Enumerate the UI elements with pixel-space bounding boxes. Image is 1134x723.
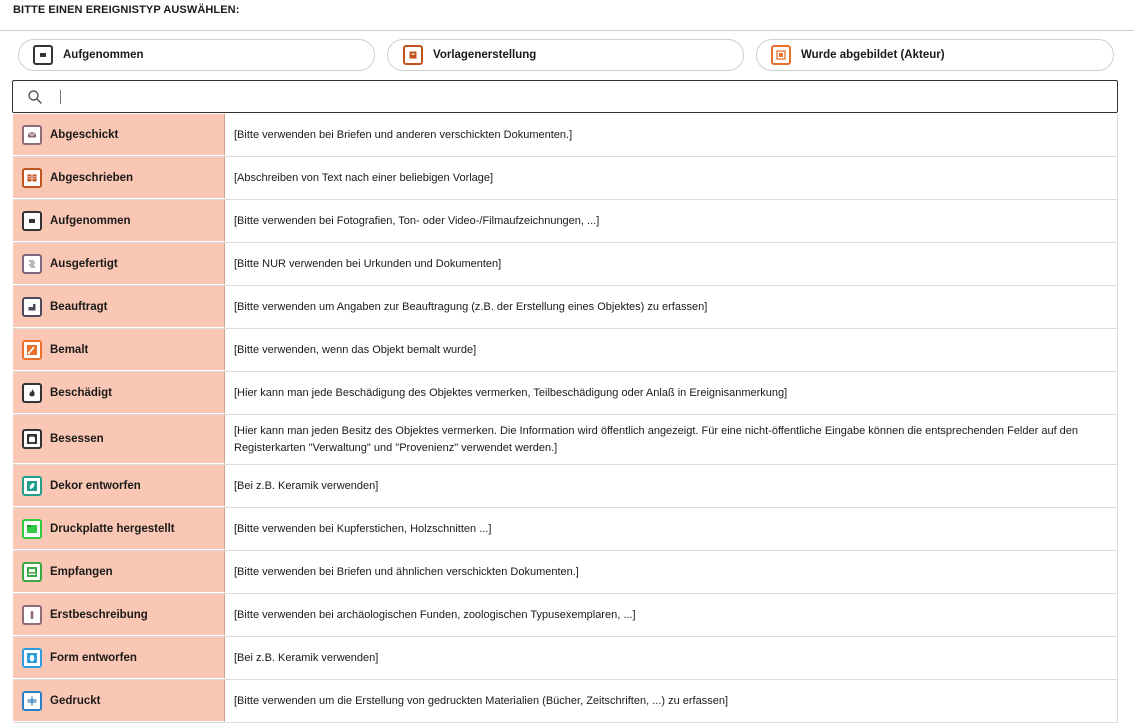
- event-type-row[interactable]: Abgeschrieben [Abschreiben von Text nach …: [13, 157, 1118, 200]
- event-type-description: [Bitte verwenden bei Fotografien, Ton- o…: [225, 200, 1118, 242]
- event-type-name-cell[interactable]: Beauftragt: [13, 286, 225, 328]
- possession-icon: [22, 429, 42, 449]
- vase-form-icon: [22, 647, 42, 668]
- event-type-label: Beauftragt: [50, 300, 108, 313]
- event-type-description: [Bitte verwenden bei Briefen und ähnlich…: [225, 551, 1118, 593]
- event-type-name-cell[interactable]: Gedruckt: [13, 680, 225, 722]
- event-type-label: Abgeschickt: [50, 128, 119, 141]
- event-type-description: [Bei z.B. Keramik verwenden]: [225, 465, 1118, 507]
- event-type-label: Erstbeschreibung: [50, 608, 148, 621]
- paint-brush-icon: [22, 339, 42, 360]
- event-type-description: [Abschreiben von Text nach einer beliebi…: [225, 157, 1118, 199]
- event-type-description: [Bitte verwenden bei Kupferstichen, Holz…: [225, 508, 1118, 550]
- print-icon: [22, 690, 42, 711]
- event-type-name-cell[interactable]: Erstbeschreibung: [13, 594, 225, 636]
- event-type-row[interactable]: Gedruckt [Bitte verwenden um die Erstellu…: [13, 680, 1118, 723]
- envelope-icon: [22, 124, 42, 145]
- event-type-row[interactable]: Beauftragt [Bitte verwenden um Angaben zu…: [13, 286, 1118, 329]
- event-type-row[interactable]: Dekor entworfen [Bei z.B. Keramik verwend…: [13, 465, 1118, 508]
- event-type-description: [Hier kann man jeden Besitz des Objektes…: [225, 415, 1118, 464]
- event-type-row[interactable]: Beschädigt [Hier kann man jede Beschädigu…: [13, 372, 1118, 415]
- event-type-label: Besessen: [50, 433, 104, 445]
- event-type-name-cell[interactable]: Abgeschrieben: [13, 157, 225, 199]
- specimen-icon: [22, 604, 42, 625]
- camera-frame-icon: [33, 45, 53, 65]
- inbox-icon: [22, 561, 42, 582]
- quick-pick-aufgenommen[interactable]: Aufgenommen: [18, 39, 375, 71]
- event-type-label: Empfangen: [50, 565, 113, 578]
- fire-icon: [22, 382, 42, 403]
- event-type-description: [Bitte NUR verwenden bei Urkunden und Do…: [225, 243, 1118, 285]
- event-type-name-cell[interactable]: Dekor entworfen: [13, 465, 225, 507]
- quick-pick-label: Aufgenommen: [63, 49, 144, 61]
- event-type-name-cell[interactable]: Empfangen: [13, 551, 225, 593]
- search-icon: [28, 90, 42, 104]
- page-heading: BITTE EINEN EREIGNISTYP AUSWÄHLEN:: [13, 4, 240, 16]
- event-type-label: Abgeschrieben: [50, 171, 134, 184]
- search-box[interactable]: [12, 80, 1118, 113]
- leaf-decor-icon: [22, 475, 42, 496]
- quick-pick-bar: Aufgenommen Vorlagenerstellung Wurde abg…: [18, 39, 1114, 72]
- quick-pick-label: Vorlagenerstellung: [433, 49, 537, 61]
- event-type-description: [Bitte verwenden um Angaben zur Beauftra…: [225, 286, 1118, 328]
- event-type-row[interactable]: Abgeschickt [Bitte verwenden bei Briefen …: [13, 114, 1118, 157]
- camera-frame-icon: [22, 210, 42, 231]
- commission-icon: [22, 296, 42, 317]
- event-type-row[interactable]: Aufgenommen [Bitte verwenden bei Fotograf…: [13, 200, 1118, 243]
- event-type-description: [Bei z.B. Keramik verwenden]: [225, 637, 1118, 679]
- search-input[interactable]: [63, 85, 1107, 111]
- quick-pick-label: Wurde abgebildet (Akteur): [801, 49, 945, 61]
- event-type-row[interactable]: Form entworfen [Bei z.B. Keramik verwende…: [13, 637, 1118, 680]
- portrait-icon: [771, 45, 791, 65]
- event-type-name-cell[interactable]: Beschädigt: [13, 372, 225, 414]
- event-type-row[interactable]: Empfangen [Bitte verwenden bei Briefen un…: [13, 551, 1118, 594]
- event-type-name-cell[interactable]: Besessen: [13, 415, 225, 464]
- event-type-label: Dekor entworfen: [50, 479, 141, 492]
- event-type-description: [Hier kann man jede Beschädigung des Obj…: [225, 372, 1118, 414]
- event-type-description: [Bitte verwenden bei archäologischen Fun…: [225, 594, 1118, 636]
- event-type-label: Aufgenommen: [50, 214, 131, 227]
- event-type-name-cell[interactable]: Aufgenommen: [13, 200, 225, 242]
- event-type-row[interactable]: Erstbeschreibung [Bitte verwenden bei arc…: [13, 594, 1118, 637]
- event-type-name-cell[interactable]: Abgeschickt: [13, 114, 225, 156]
- event-type-row[interactable]: Druckplatte hergestellt [Bitte verwenden …: [13, 508, 1118, 551]
- event-type-row[interactable]: Ausgefertigt [Bitte NUR verwenden bei Urk…: [13, 243, 1118, 286]
- event-type-label: Beschädigt: [50, 386, 112, 399]
- quick-pick-vorlagenerstellung[interactable]: Vorlagenerstellung: [387, 39, 744, 71]
- event-type-row[interactable]: Besessen [Hier kann man jeden Besitz des …: [13, 415, 1118, 465]
- event-type-name-cell[interactable]: Bemalt: [13, 329, 225, 371]
- event-type-label: Ausgefertigt: [50, 257, 118, 270]
- event-type-label: Form entworfen: [50, 651, 137, 664]
- text-caret: [60, 90, 61, 104]
- document-lines-icon: [22, 253, 42, 274]
- event-type-description: [Bitte verwenden um die Erstellung von g…: [225, 680, 1118, 722]
- quick-pick-wurde-abgebildet[interactable]: Wurde abgebildet (Akteur): [756, 39, 1114, 71]
- event-type-name-cell[interactable]: Druckplatte hergestellt: [13, 508, 225, 550]
- event-type-label: Bemalt: [50, 343, 89, 356]
- heading-divider: [0, 30, 1134, 31]
- event-type-label: Druckplatte hergestellt: [50, 522, 175, 535]
- book-copy-icon: [22, 167, 42, 188]
- event-type-list: Abgeschickt [Bitte verwenden bei Briefen …: [13, 114, 1118, 723]
- event-type-description: [Bitte verwenden, wenn das Objekt bemalt…: [225, 329, 1118, 371]
- printing-plate-icon: [22, 518, 42, 539]
- event-type-name-cell[interactable]: Ausgefertigt: [13, 243, 225, 285]
- event-type-description: [Bitte verwenden bei Briefen und anderen…: [225, 114, 1118, 156]
- event-type-row[interactable]: Bemalt [Bitte verwenden, wenn das Objekt …: [13, 329, 1118, 372]
- event-type-label: Gedruckt: [50, 694, 101, 707]
- template-icon: [403, 45, 423, 65]
- event-type-name-cell[interactable]: Form entworfen: [13, 637, 225, 679]
